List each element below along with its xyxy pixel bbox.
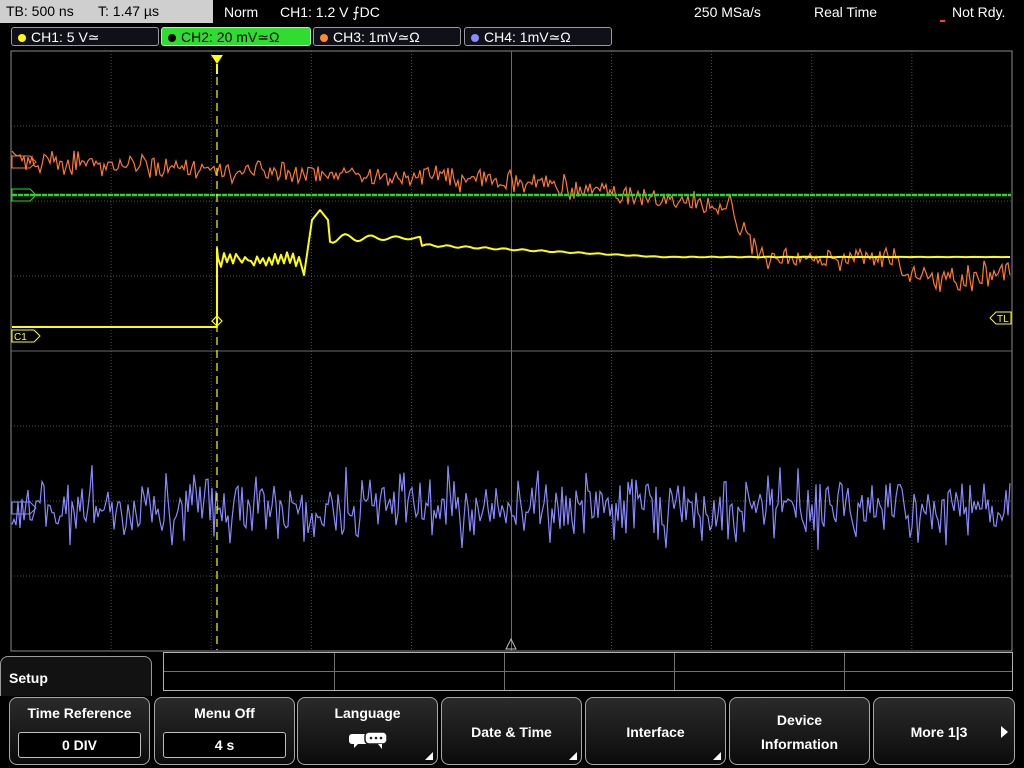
info-grid-cell — [674, 653, 675, 690]
next-page-arrow-icon — [1001, 726, 1008, 738]
ch1-label: CH1: 5 V≃ — [31, 29, 100, 45]
trigger-source-label: CH1: 1.2 V — [280, 4, 349, 20]
language-label: Language — [334, 705, 401, 721]
time-reference-label: Time Reference — [27, 705, 132, 721]
ch4-label: CH4: 1mV≃Ω — [484, 29, 571, 45]
time-reference-softkey[interactable]: Time Reference 0 DIV — [9, 697, 150, 765]
menu-off-softkey[interactable]: Menu Off 4 s — [154, 697, 295, 765]
device-information-label-1: Device — [776, 712, 823, 728]
acquisition-status: Not Rdy. — [952, 4, 1006, 20]
language-softkey[interactable]: Language — [297, 697, 438, 765]
menu-title-tab: Setup — [0, 656, 152, 696]
ch4-dot-icon — [471, 34, 479, 42]
time-reference-value: 0 DIV — [18, 732, 141, 758]
trigger-slope: ⨍DC — [352, 4, 380, 20]
channel-tab-ch1[interactable]: CH1: 5 V≃ — [11, 27, 159, 46]
interface-softkey[interactable]: Interface — [585, 697, 726, 765]
info-grid-cell — [844, 653, 845, 690]
interface-label: Interface — [626, 724, 685, 740]
submenu-corner-icon — [569, 752, 577, 760]
ch3-dot-icon — [320, 34, 328, 42]
trigger-time-value: T: 1.47 µs — [98, 3, 159, 19]
trigger-source[interactable]: CH1: 1.2 V ⨍DC — [280, 0, 380, 24]
device-information-softkey[interactable]: Device Information — [729, 697, 870, 765]
info-grid-row-divider — [164, 671, 1012, 672]
waveform-display[interactable]: C1 TL — [0, 50, 1024, 652]
submenu-corner-icon — [713, 752, 721, 760]
channel-tab-ch3[interactable]: CH3: 1mV≃Ω — [313, 27, 461, 46]
date-time-label: Date & Time — [471, 724, 552, 740]
trigger-level-label: TL — [997, 314, 1009, 325]
menu-off-label: Menu Off — [194, 705, 255, 721]
ch2-label: CH2: 20 mV≃Ω — [181, 29, 280, 45]
info-grid-cell — [334, 653, 335, 690]
sample-rate: 250 MSa/s — [694, 4, 761, 20]
device-information-label-2: Information — [761, 736, 838, 752]
more-softkey[interactable]: More 1|3 — [873, 697, 1015, 765]
channel-tab-ch4[interactable]: CH4: 1mV≃Ω — [464, 27, 612, 46]
ch1-marker-label: C1 — [14, 332, 27, 343]
info-grid — [163, 652, 1013, 691]
timebase-value: TB: 500 ns — [6, 3, 74, 19]
date-time-softkey[interactable]: Date & Time — [441, 697, 582, 765]
acquisition-mode: Real Time — [814, 4, 878, 20]
speech-bubble-icon — [349, 731, 388, 749]
more-label: More 1|3 — [910, 724, 968, 740]
ch1-dot-icon — [18, 34, 26, 42]
channel-tab-ch2[interactable]: CH2: 20 mV≃Ω — [161, 27, 311, 46]
ch2-dot-icon — [168, 34, 176, 42]
menu-title: Setup — [9, 670, 48, 686]
trigger-mode[interactable]: Norm — [224, 0, 258, 24]
status-bar: TB: 500 ns T: 1.47 µs Norm CH1: 1.2 V ⨍D… — [0, 0, 1024, 24]
submenu-corner-icon — [425, 752, 433, 760]
ch3-label: CH3: 1mV≃Ω — [333, 29, 420, 45]
channel-bar: CH1: 5 V≃ CH2: 20 mV≃Ω CH3: 1mV≃Ω CH4: 1… — [0, 25, 1024, 49]
not-ready-indicator — [940, 20, 945, 22]
info-grid-cell — [504, 653, 505, 690]
menu-off-value: 4 s — [163, 732, 286, 758]
timebase-box[interactable]: TB: 500 ns T: 1.47 µs — [0, 0, 213, 23]
